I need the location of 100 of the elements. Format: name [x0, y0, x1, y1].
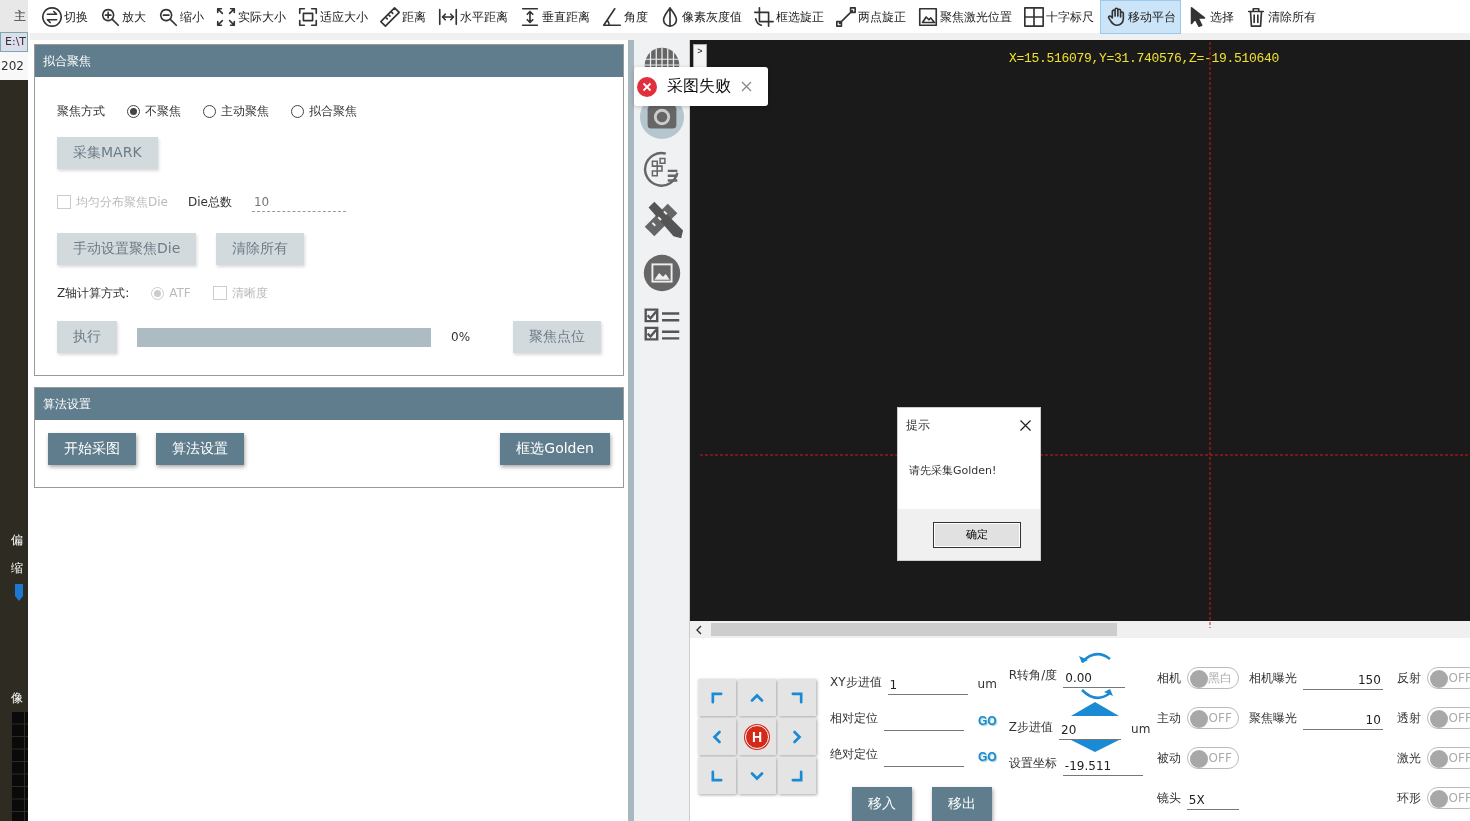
- section-header: 算法设置: [35, 388, 623, 420]
- line-icon: [835, 6, 857, 28]
- trash-icon: [1245, 6, 1267, 28]
- unit-label: um: [977, 677, 997, 693]
- exposure-field[interactable]: 10: [1302, 711, 1383, 730]
- jog-button[interactable]: [778, 718, 816, 755]
- ok-button[interactable]: 确定: [933, 521, 1021, 548]
- jog-button[interactable]: [698, 718, 736, 755]
- crosshair-ruler-icon: [1023, 6, 1045, 28]
- field-label: 绝对定位: [830, 746, 878, 763]
- jog-button[interactable]: [778, 679, 816, 716]
- toggle-label: 被动: [1156, 749, 1181, 767]
- toolbar-button[interactable]: 水平距离: [432, 0, 513, 34]
- jog-button[interactable]: [738, 679, 776, 716]
- action-button[interactable]: 框选Golden: [500, 433, 610, 465]
- field-label: R转角/度: [1008, 667, 1058, 684]
- field-label: Z轴计算方式:: [57, 284, 130, 302]
- toolbar-button[interactable]: 切换: [36, 0, 93, 34]
- toolbar-button[interactable]: 选择: [1182, 0, 1239, 34]
- scrollbar-thumb[interactable]: [711, 623, 1117, 637]
- error-icon: [637, 76, 657, 97]
- field-label: 镜头: [1156, 789, 1181, 807]
- scroll-left-icon[interactable]: [695, 624, 703, 635]
- ruler-icon: [379, 6, 401, 28]
- horizontal-distance-icon: [437, 6, 459, 28]
- action-button[interactable]: 移入: [852, 787, 912, 821]
- date-text: 202: [0, 52, 28, 80]
- jog-button[interactable]: [738, 757, 776, 794]
- field-label: 设置坐标: [1008, 755, 1057, 772]
- toolbar-button[interactable]: 聚焦激光位置: [912, 0, 1017, 34]
- fit-frame-icon: [297, 6, 319, 28]
- action-button[interactable]: 算法设置: [156, 433, 244, 465]
- unit-label: um: [1131, 722, 1151, 738]
- zoom-in-icon: [99, 6, 121, 28]
- go-button[interactable]: GO: [978, 714, 997, 731]
- toolbar-button[interactable]: 两点旋正: [830, 0, 911, 34]
- dialog-message: 请先采集Golden!: [908, 463, 998, 479]
- coordinate-field[interactable]: -19.511: [1062, 757, 1143, 776]
- field-label: 相机曝光: [1248, 669, 1297, 687]
- toggle-label: 激光: [1396, 749, 1421, 767]
- toolbar-button[interactable]: 角度: [596, 0, 653, 34]
- rotate-arrow-icon: [1078, 650, 1113, 664]
- jog-button[interactable]: [778, 757, 816, 794]
- label-text: 偏: [11, 532, 24, 549]
- progress-reading: 0%: [451, 330, 471, 344]
- image-icon: [917, 6, 939, 28]
- jog-button[interactable]: [698, 679, 736, 716]
- xy-step-field[interactable]: 1: [887, 676, 968, 695]
- toggle-label: 主动: [1156, 709, 1181, 727]
- horizontal-scrollbar[interactable]: [690, 621, 1470, 638]
- coordinates-text: X=15.516079,Y=31.740576,Z=-19.510640: [1009, 51, 1280, 66]
- toggle-label: 环形: [1396, 789, 1421, 807]
- triangle-up-icon[interactable]: [1070, 702, 1119, 716]
- field-label: 聚焦方式: [57, 102, 105, 120]
- toggle-label: 相机: [1156, 669, 1181, 687]
- toggle-label: 透射: [1396, 709, 1421, 727]
- toolbar-button[interactable]: 实际大小: [210, 0, 291, 34]
- angle-icon: [601, 6, 623, 28]
- toolbar-button[interactable]: 适应大小: [292, 0, 373, 34]
- toolbar-button[interactable]: 清除所有: [1240, 0, 1321, 34]
- toolbar-button[interactable]: 框选旋正: [748, 0, 829, 34]
- action-button[interactable]: 开始采图: [48, 433, 136, 465]
- rotation-field[interactable]: 0.00: [1063, 669, 1126, 688]
- toast-message: 采图失败: [667, 76, 731, 97]
- vertical-distance-icon: [519, 6, 541, 28]
- lens-field[interactable]: 5X: [1186, 791, 1239, 810]
- dialog-title: 提示: [906, 416, 930, 434]
- rotate-crop-icon: [753, 6, 775, 28]
- go-button[interactable]: GO: [978, 750, 997, 767]
- radio-option[interactable]: 不聚焦: [127, 102, 181, 120]
- home-button[interactable]: H: [738, 718, 776, 755]
- toolbar-button[interactable]: 移动平台: [1100, 0, 1181, 34]
- toolbar-button[interactable]: 十字标尺: [1018, 0, 1099, 34]
- window-text: 主: [13, 8, 27, 25]
- hand-icon: [1105, 6, 1127, 28]
- radio-option[interactable]: 拟合聚焦: [291, 102, 357, 120]
- radio-option[interactable]: 主动聚焦: [203, 102, 269, 120]
- label-text: 缩: [11, 560, 24, 577]
- toggle-label: 反射: [1396, 669, 1421, 687]
- toolbar-button[interactable]: 距离: [374, 0, 431, 34]
- toolbar-button[interactable]: 像素灰度值: [654, 0, 747, 34]
- triangle-down-icon[interactable]: [1070, 740, 1119, 752]
- field-label: Z步进值: [1008, 719, 1054, 736]
- rotate-arrow-icon: [1078, 688, 1113, 702]
- exposure-field[interactable]: 150: [1302, 671, 1383, 690]
- toolbar-button[interactable]: 缩小: [152, 0, 209, 34]
- field-label: 相对定位: [830, 710, 878, 727]
- action-button[interactable]: 移出: [932, 787, 992, 821]
- field-label: Die总数: [187, 193, 232, 211]
- toolbar-button[interactable]: 放大: [94, 0, 151, 34]
- expand-icon: [215, 6, 237, 28]
- field-label: XY步进值: [830, 674, 882, 691]
- close-icon[interactable]: [1020, 419, 1031, 431]
- field-label: 聚焦曝光: [1248, 709, 1297, 727]
- zoom-out-icon: [157, 6, 179, 28]
- jog-button[interactable]: [698, 757, 736, 794]
- toolbar-button[interactable]: 垂直距离: [514, 0, 595, 34]
- swap-icon: [41, 6, 63, 28]
- path-text: E:\T: [0, 32, 28, 52]
- section-header: 拟合聚焦: [35, 45, 623, 77]
